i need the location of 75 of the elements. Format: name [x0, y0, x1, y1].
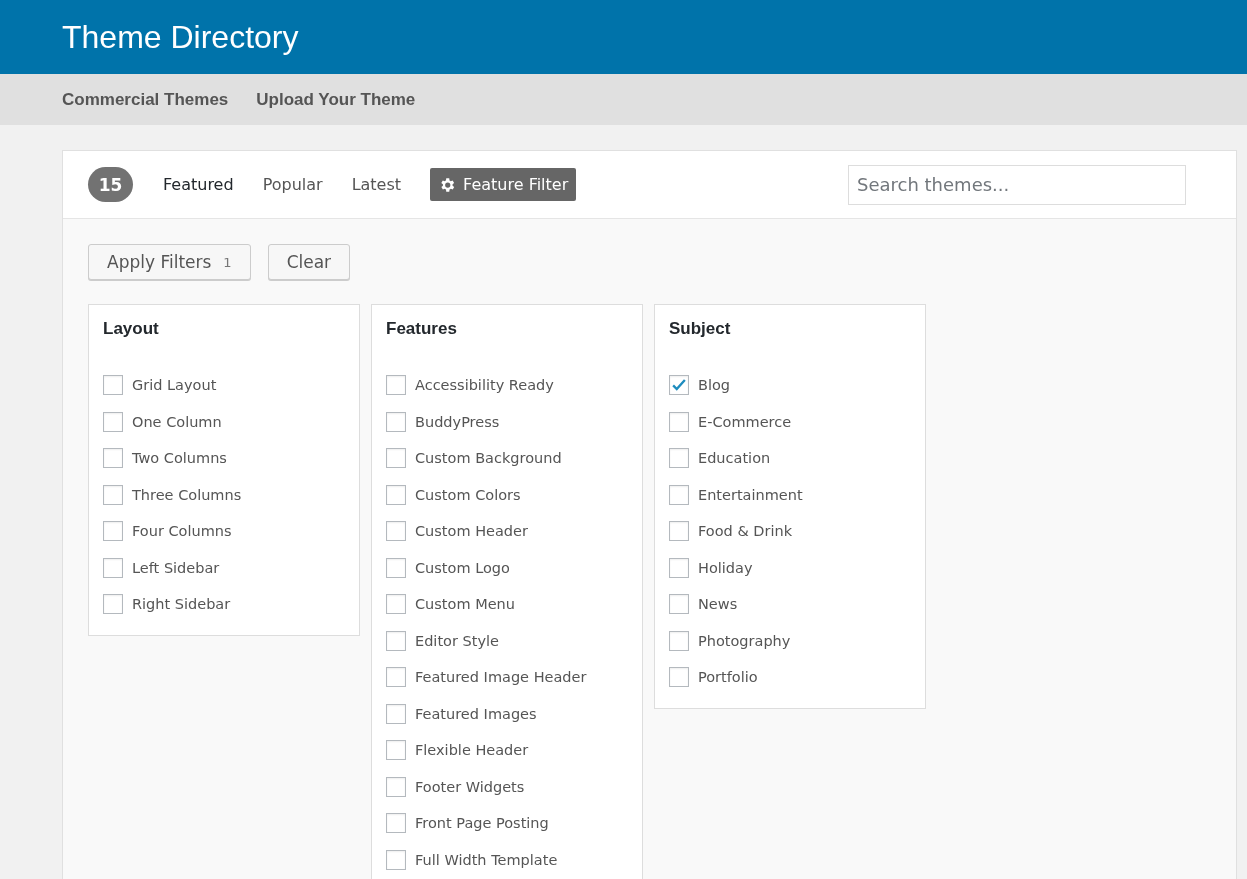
group-title: Features: [386, 319, 458, 339]
option-label: Grid Layout: [132, 377, 217, 394]
checkbox[interactable]: [103, 594, 123, 615]
group-title: Subject: [669, 319, 732, 339]
checkbox[interactable]: [103, 484, 123, 505]
option-label: Food & Drink: [698, 523, 793, 540]
checkbox[interactable]: [669, 484, 689, 505]
nav-link[interactable]: Upload Your Theme: [256, 89, 416, 110]
option-label: Custom Colors: [415, 486, 521, 503]
option-label: Three Columns: [132, 486, 242, 503]
checkbox[interactable]: [386, 521, 406, 542]
option-label: Photography: [698, 632, 791, 649]
tab[interactable]: Popular: [262, 175, 323, 194]
option-label: E-Commerce: [698, 413, 792, 430]
checkbox[interactable]: [669, 667, 689, 688]
option-label: BuddyPress: [415, 413, 500, 430]
option-label: Education: [698, 450, 771, 467]
option-label: Custom Menu: [415, 596, 515, 613]
option-label: Full Width Template: [415, 851, 558, 868]
checkbox[interactable]: [669, 521, 689, 542]
site-title: Theme Directory: [62, 18, 299, 56]
checkbox[interactable]: [386, 776, 406, 797]
tab[interactable]: Latest: [351, 175, 402, 194]
checkbox[interactable]: [386, 375, 406, 396]
checkbox[interactable]: [103, 448, 123, 469]
option-label: Editor Style: [415, 632, 499, 649]
feature-filter-button[interactable]: Feature Filter: [430, 168, 577, 201]
checkbox[interactable]: [386, 667, 406, 688]
checkbox[interactable]: [103, 375, 123, 396]
option-label: Featured Image Header: [415, 669, 587, 686]
apply-filters-button[interactable]: Apply Filters 1: [88, 244, 251, 280]
option-label: Custom Background: [415, 450, 562, 467]
theme-count: 15: [88, 167, 133, 202]
search-field[interactable]: Search themes...: [848, 164, 1186, 205]
filter-count: 1: [223, 254, 232, 270]
clear-button[interactable]: Clear: [267, 244, 351, 280]
option-label: Flexible Header: [415, 742, 529, 759]
option-label: Holiday: [698, 559, 753, 576]
checkbox[interactable]: [386, 813, 406, 834]
option-label: Front Page Posting: [415, 815, 549, 832]
option-label: Blog: [698, 377, 731, 394]
checkbox[interactable]: [103, 521, 123, 542]
checkbox[interactable]: [103, 557, 123, 578]
group-title: Layout: [103, 319, 160, 339]
option-label: Custom Logo: [415, 559, 510, 576]
tab[interactable]: Featured: [163, 175, 234, 194]
checkbox[interactable]: [386, 594, 406, 615]
checkbox[interactable]: [386, 849, 406, 870]
checkbox[interactable]: [386, 740, 406, 761]
checkbox[interactable]: [386, 411, 406, 432]
option-label: News: [698, 596, 738, 613]
checkbox[interactable]: [103, 411, 123, 432]
checkbox[interactable]: [669, 630, 689, 651]
checkbox[interactable]: [669, 375, 689, 396]
checkbox[interactable]: [386, 703, 406, 724]
nav-link[interactable]: Commercial Themes: [62, 89, 229, 110]
option-label: Right Sidebar: [132, 596, 231, 613]
checkbox[interactable]: [669, 557, 689, 578]
checkbox[interactable]: [386, 484, 406, 505]
checkbox[interactable]: [386, 630, 406, 651]
option-label: Left Sidebar: [132, 559, 220, 576]
option-label: Featured Images: [415, 705, 537, 722]
option-label: Portfolio: [698, 669, 758, 686]
option-label: Custom Header: [415, 523, 528, 540]
option-label: Footer Widgets: [415, 778, 525, 795]
option-label: Entertainment: [698, 486, 803, 503]
option-label: One Column: [132, 413, 222, 430]
option-label: Four Columns: [132, 523, 232, 540]
checkbox[interactable]: [386, 448, 406, 469]
option-label: Accessibility Ready: [415, 377, 554, 394]
option-label: Two Columns: [132, 450, 227, 467]
checkbox[interactable]: [669, 448, 689, 469]
checkbox[interactable]: [669, 411, 689, 432]
checkbox[interactable]: [386, 557, 406, 578]
checkbox[interactable]: [669, 594, 689, 615]
